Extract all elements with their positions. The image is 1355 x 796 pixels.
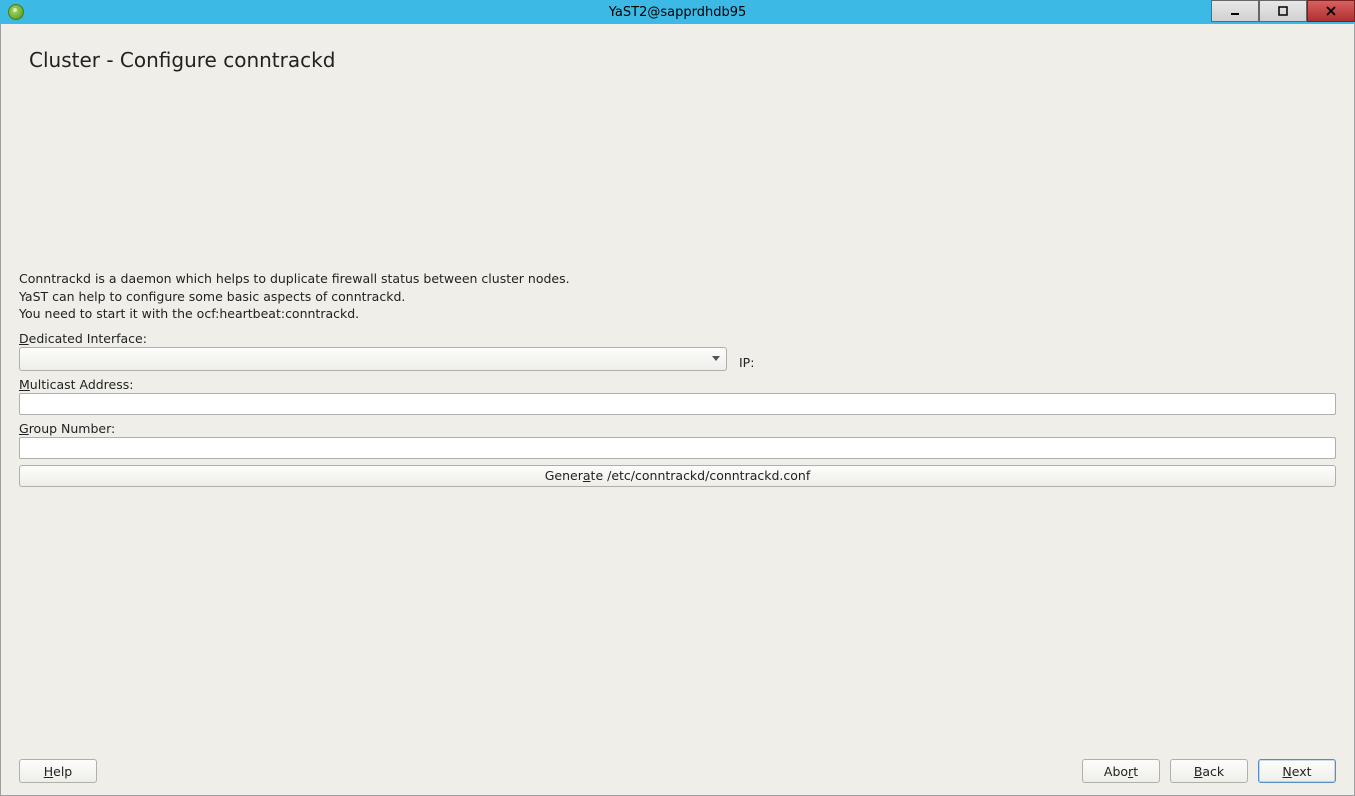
back-button[interactable]: Back [1170,759,1248,783]
multicast-address-label: Multicast Address: [19,377,1336,392]
window-controls [1211,0,1355,24]
group-number-input[interactable] [19,437,1336,459]
generate-button[interactable]: Generate /etc/conntrackd/conntrackd.conf [19,465,1336,487]
ip-label: IP: [739,355,754,370]
dedicated-interface-label: Dedicated Interface: [19,331,1336,346]
chevron-down-icon [712,356,720,361]
maximize-icon [1278,6,1288,16]
description-line2: YaST can help to configure some basic as… [19,288,1336,306]
help-button[interactable]: Help [19,759,97,783]
description-line3: You need to start it with the ocf:heartb… [19,305,1336,323]
window: YaST2@sapprdhdb95 Cluster - Configure co… [0,0,1355,796]
spacer-top [19,72,1336,270]
titlebar[interactable]: YaST2@sapprdhdb95 [0,0,1355,24]
close-button[interactable] [1307,0,1355,22]
close-icon [1326,6,1336,16]
multicast-address-input[interactable] [19,393,1336,415]
yast-icon [8,4,24,20]
minimize-button[interactable] [1211,0,1259,22]
button-bar: Help Abort Back Next [19,759,1336,783]
page-title: Cluster - Configure conntrackd [29,48,1336,72]
dedicated-interface-row: Dedicated Interface: IP: [19,331,1336,371]
dedicated-interface-dropdown[interactable] [19,347,727,371]
minimize-icon [1230,6,1240,16]
description-text: Conntrackd is a daemon which helps to du… [19,270,1336,323]
group-number-row: Group Number: [19,421,1336,459]
window-title: YaST2@sapprdhdb95 [609,5,746,20]
description-line1: Conntrackd is a daemon which helps to du… [19,270,1336,288]
maximize-button[interactable] [1259,0,1307,22]
next-button[interactable]: Next [1258,759,1336,783]
content-area: Cluster - Configure conntrackd Conntrack… [0,24,1355,796]
multicast-address-row: Multicast Address: [19,377,1336,415]
spacer-bottom [19,493,1336,751]
generate-row: Generate /etc/conntrackd/conntrackd.conf [19,465,1336,487]
group-number-label: Group Number: [19,421,1336,436]
abort-button[interactable]: Abort [1082,759,1160,783]
